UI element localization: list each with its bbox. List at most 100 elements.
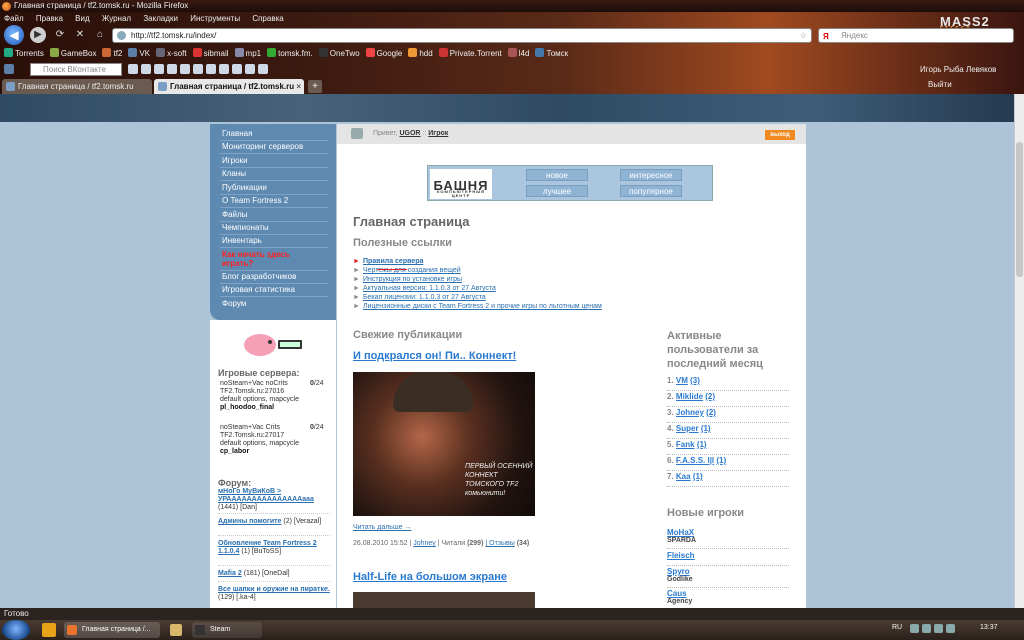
nav-game-stats[interactable]: Игровая статистика bbox=[222, 285, 295, 294]
bookmark-item[interactable]: sibmail bbox=[192, 48, 229, 58]
vk-add-icon[interactable] bbox=[258, 64, 268, 74]
active-user-link[interactable]: Super bbox=[676, 424, 699, 433]
nav-about[interactable]: О Team Fortress 2 bbox=[222, 196, 288, 205]
post-title-link[interactable]: Half-Life на большом экране bbox=[353, 571, 507, 583]
nav-championships[interactable]: Чемпионаты bbox=[222, 223, 269, 232]
post-reviews-link[interactable]: | Отзывы bbox=[485, 540, 514, 547]
useful-link-anchor[interactable]: Правила сервера bbox=[363, 258, 423, 265]
new-player-link[interactable]: Spyro bbox=[667, 567, 690, 576]
ad-banner[interactable]: БАШНЯ КОМПЬЮТЕРНЫЙ ЦЕНТР новое интересно… bbox=[427, 165, 713, 201]
active-user-link[interactable]: Fank bbox=[676, 440, 695, 449]
forum-topic-link[interactable]: Админы помогите bbox=[218, 518, 281, 525]
nav-inventory[interactable]: Инвентарь bbox=[222, 236, 262, 245]
vk-user-name[interactable]: Игорь Рыба Левяков bbox=[920, 65, 996, 74]
logout-button[interactable]: выход bbox=[765, 130, 795, 140]
menu-tools[interactable]: Инструменты bbox=[190, 14, 240, 23]
bookmark-item[interactable]: x-soft bbox=[156, 48, 187, 58]
active-user-count[interactable]: (2) bbox=[705, 392, 715, 401]
server-1[interactable]: noSteam+Vac noCrits TF2.Tomsk.ru:27016 d… bbox=[220, 380, 305, 412]
bookmark-item[interactable]: l4d bbox=[507, 48, 529, 58]
menu-edit[interactable]: Правка bbox=[36, 14, 63, 23]
search-input[interactable]: Я Яндекс bbox=[818, 28, 1014, 43]
post-image[interactable] bbox=[353, 592, 535, 608]
bookmark-item[interactable]: Private.Torrent bbox=[438, 48, 502, 58]
active-user-link[interactable]: F.A.S.S. l|l bbox=[676, 456, 714, 465]
forum-topic-link[interactable]: мНоГо МуВиКоВ > УРАААААААААААААААaaa bbox=[218, 488, 314, 503]
nav-server-monitor[interactable]: Мониторинг серверов bbox=[222, 142, 303, 151]
post-image[interactable]: ПЕРВЫЙ ОСЕННИЙ КОННЕКТ ТОМСКОГО TF2 комь… bbox=[353, 372, 535, 516]
bookmark-item[interactable]: hdd bbox=[408, 48, 433, 58]
tray-icon[interactable] bbox=[910, 624, 919, 633]
new-tab-button[interactable]: + bbox=[308, 80, 322, 93]
vk-notes-icon[interactable] bbox=[206, 64, 216, 74]
menu-file[interactable]: Файл bbox=[4, 14, 24, 23]
nav-files[interactable]: Файлы bbox=[222, 210, 247, 219]
nav-forum[interactable]: Форум bbox=[222, 299, 246, 308]
bookmark-item[interactable]: OneTwo bbox=[318, 48, 360, 58]
vk-news-icon[interactable] bbox=[193, 64, 203, 74]
bookmark-item[interactable]: VK bbox=[128, 48, 150, 58]
language-indicator[interactable]: RU bbox=[892, 624, 902, 631]
server-2[interactable]: noSteam+Vac Crits TF2.Tomsk.ru:27017 def… bbox=[220, 424, 305, 456]
tray-icon[interactable] bbox=[922, 624, 931, 633]
active-user-count[interactable]: (1) bbox=[697, 440, 707, 449]
nav-home[interactable]: Главная bbox=[222, 129, 252, 138]
tab-close-icon[interactable]: × bbox=[296, 79, 301, 94]
nav-how-to-start[interactable]: Как начать здесь играть? bbox=[222, 250, 312, 268]
media-player-icon[interactable] bbox=[42, 623, 56, 637]
vk-search-input[interactable]: Поиск ВКонтакте bbox=[30, 63, 122, 76]
vk-friends-icon[interactable] bbox=[141, 64, 151, 74]
vk-groups-icon[interactable] bbox=[180, 64, 190, 74]
active-user-count[interactable]: (1) bbox=[716, 456, 726, 465]
site-identity-icon[interactable] bbox=[117, 31, 126, 40]
home-icon[interactable]: ⌂ bbox=[92, 27, 108, 43]
greeting-user-link[interactable]: UGOR bbox=[399, 130, 420, 137]
taskbar-steam[interactable]: Steam bbox=[192, 622, 262, 638]
reload-icon[interactable]: ⟳ bbox=[52, 27, 68, 43]
active-user-count[interactable]: (1) bbox=[701, 424, 711, 433]
bookmark-item[interactable]: GameBox bbox=[49, 48, 96, 58]
bookmark-item[interactable]: mp1 bbox=[234, 48, 261, 58]
ad-best-button[interactable]: лучшее bbox=[526, 185, 588, 197]
bookmark-item[interactable]: tf2 bbox=[102, 48, 122, 58]
read-more-link[interactable]: Читать дальше → bbox=[353, 524, 411, 531]
nav-dev-blog[interactable]: Блог разработчиков bbox=[222, 272, 296, 281]
stop-icon[interactable]: ✕ bbox=[72, 27, 88, 43]
taskbar-firefox[interactable]: Главная страница /... bbox=[64, 622, 160, 638]
new-player-link[interactable]: Caus bbox=[667, 589, 687, 598]
forum-topic-link[interactable]: Все шапки и оружие на пиратке. bbox=[218, 586, 330, 593]
useful-link-anchor[interactable]: Инструкция по установке игры bbox=[363, 276, 462, 283]
nav-publications[interactable]: Публикации bbox=[222, 183, 267, 192]
vk-photos-icon[interactable] bbox=[154, 64, 164, 74]
network-icon[interactable] bbox=[934, 624, 943, 633]
new-player-link[interactable]: Fleisch bbox=[667, 551, 695, 560]
bookmark-item[interactable]: Томск bbox=[535, 48, 568, 58]
useful-link-anchor[interactable]: Актуальная версия: 1.1.0.3 от 27 Августа bbox=[363, 285, 496, 292]
bookmark-item[interactable]: Torrents bbox=[4, 48, 44, 58]
active-user-link[interactable]: Miklide bbox=[676, 392, 703, 401]
post-author-link[interactable]: Johney bbox=[413, 540, 436, 547]
active-user-link[interactable]: Kaa bbox=[676, 472, 691, 481]
new-player-link[interactable]: MoHaX bbox=[667, 528, 694, 537]
nav-clans[interactable]: Кланы bbox=[222, 169, 246, 178]
vk-menu-icon[interactable] bbox=[4, 64, 14, 74]
piggy-bank-icon[interactable] bbox=[240, 330, 304, 358]
post-title-link[interactable]: И подкрался он! Пи.. Коннект! bbox=[353, 350, 516, 362]
useful-link-anchor[interactable]: Бекап лицензии: 1.1.0.3 от 27 Августа bbox=[363, 294, 486, 301]
folder-icon[interactable] bbox=[170, 624, 182, 636]
ad-popular-button[interactable]: популярное bbox=[620, 185, 682, 197]
vk-video-icon[interactable] bbox=[167, 64, 177, 74]
forward-button[interactable]: ▶ bbox=[30, 27, 46, 43]
vk-music-icon[interactable] bbox=[245, 64, 255, 74]
active-user-link[interactable]: Johney bbox=[676, 408, 704, 417]
ad-new-button[interactable]: новое bbox=[526, 169, 588, 181]
active-user-count[interactable]: (1) bbox=[693, 472, 703, 481]
clock[interactable]: 13:37 bbox=[980, 624, 998, 631]
active-user-count[interactable]: (3) bbox=[690, 376, 700, 385]
greeting-role-link[interactable]: Игрок bbox=[428, 130, 448, 137]
vk-messages-icon[interactable] bbox=[128, 64, 138, 74]
start-button[interactable] bbox=[2, 620, 30, 640]
active-user-link[interactable]: VM bbox=[676, 376, 688, 385]
ad-interesting-button[interactable]: интересное bbox=[620, 169, 682, 181]
scrollbar-thumb[interactable] bbox=[1016, 142, 1023, 277]
